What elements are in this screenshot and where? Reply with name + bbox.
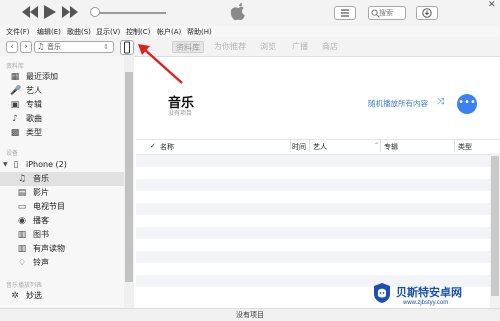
menu-view[interactable]: 显示(V) — [96, 27, 120, 37]
back-button[interactable]: ‹ — [6, 41, 18, 53]
iphone-icon: ▯ — [13, 160, 19, 170]
status-text: 没有项目 — [236, 311, 264, 319]
device-button[interactable] — [120, 40, 134, 55]
grid-icon: ▦ — [10, 72, 20, 82]
sidebar-item-songs[interactable]: ♪ 歌曲 — [0, 112, 124, 126]
menu-controls[interactable]: 控制(C) — [126, 27, 150, 37]
sidebar-device-iphone[interactable]: ▼ ▯ iPhone (2) — [0, 158, 124, 172]
sidebar-item-genius[interactable]: ✲ 妙选 — [0, 289, 124, 303]
apple-logo-icon — [230, 3, 246, 21]
sidebar-device-item-podcasts[interactable]: ◉ 播客 — [0, 214, 124, 228]
sidebar-item-recently-added[interactable]: ▦ 最近添加 — [0, 70, 124, 84]
genius-atom-icon: ✲ — [11, 291, 19, 301]
table-row — [136, 239, 500, 251]
table-row — [136, 179, 500, 191]
watermark-url: www.zjbstyy.com — [403, 300, 449, 306]
downloads-button[interactable] — [416, 6, 438, 20]
search-placeholder: 搜索 — [379, 10, 393, 17]
sidebar-item-genres[interactable]: ▩ 类型 — [0, 126, 124, 140]
sidebar-device-item-books[interactable]: ▥ 图书 — [0, 228, 124, 242]
sidebar-scrollbar-thumb[interactable] — [125, 72, 133, 282]
microphone-icon: 🎤 — [10, 86, 22, 96]
iphone-icon — [124, 41, 130, 54]
music-note-icon: ♫ — [17, 174, 27, 184]
sidebar-device-item-movies[interactable]: ▤ 影片 — [0, 186, 124, 200]
genre-icon: ▩ — [10, 128, 20, 138]
tab-radio[interactable]: 广播 — [292, 41, 308, 53]
fast-forward-icon[interactable] — [62, 6, 78, 21]
bell-icon: ♢ — [17, 258, 27, 268]
column-separator — [309, 140, 310, 152]
music-note-icon: ♪ — [12, 114, 18, 124]
rewind-icon[interactable] — [22, 6, 38, 21]
sidebar-item-artists[interactable]: 🎤 艺人 — [0, 84, 124, 98]
table-row — [136, 203, 500, 215]
menu-help[interactable]: 帮助(H) — [187, 27, 212, 37]
column-time[interactable]: 时间 — [292, 142, 306, 152]
disclosure-triangle-icon: ▼ — [3, 161, 8, 168]
table-row — [136, 167, 500, 179]
library-section-header: 资料库 — [6, 63, 25, 70]
book-icon: ▥ — [17, 230, 27, 240]
column-genre[interactable]: 类型 — [458, 142, 472, 152]
table-row — [136, 215, 500, 227]
sidebar-item-albums[interactable]: ▣ 专辑 — [0, 98, 124, 112]
sidebar-device-item-music[interactable]: ♫ 音乐 — [0, 172, 124, 186]
chevron-updown-icon: ⇕ — [103, 43, 109, 51]
tab-store[interactable]: 商店 — [322, 41, 338, 53]
menu-song[interactable]: 歌曲(S) — [67, 27, 91, 37]
column-separator — [290, 140, 291, 152]
audiobook-icon: ▥ — [17, 244, 27, 254]
volume-slider-track[interactable] — [96, 12, 166, 14]
watermark-title: 贝斯特安卓网 — [396, 287, 462, 299]
play-icon[interactable] — [44, 5, 56, 22]
table-row — [136, 251, 500, 263]
sidebar-device-item-ringtones[interactable]: ♢ 铃声 — [0, 256, 124, 270]
column-artist[interactable]: 艺人 — [313, 142, 327, 152]
sidebar-device-item-tv-shows[interactable]: ▭ 电视节目 — [0, 200, 124, 214]
album-icon: ▣ — [10, 100, 20, 110]
menu-file[interactable]: 文件(F) — [6, 27, 30, 37]
table-row — [136, 227, 500, 239]
devices-section-header: 设备 — [6, 150, 19, 157]
table-row — [136, 155, 500, 167]
table-row — [136, 191, 500, 203]
music-note-icon: ♫ — [37, 42, 45, 51]
media-kind-label: 音乐 — [47, 43, 61, 51]
main-scrollbar-thumb[interactable] — [491, 156, 499, 296]
column-check[interactable]: ✓ — [150, 142, 156, 150]
film-icon: ▤ — [17, 188, 27, 198]
shuffle-all-link[interactable]: 随机播放所有内容 — [368, 98, 428, 109]
podcast-icon: ◉ — [18, 216, 26, 226]
volume-slider-knob[interactable] — [90, 7, 100, 17]
download-icon — [422, 8, 432, 18]
item-count: 没有项目 — [168, 110, 193, 117]
shuffle-icon[interactable]: ⤨ — [437, 97, 444, 107]
menu-edit[interactable]: 编辑(E) — [37, 27, 61, 37]
sort-indicator-icon: ⌃ — [374, 142, 380, 149]
tv-icon: ▭ — [17, 202, 27, 212]
playlists-section-header: 音乐播放列表 — [6, 282, 43, 289]
more-button[interactable]: ••• — [457, 94, 477, 114]
column-name[interactable]: 名称 — [160, 142, 174, 152]
window-close-icon[interactable]: ✕ — [488, 0, 496, 10]
tab-library[interactable]: 资料库 — [172, 41, 204, 53]
watermark-logo-icon — [374, 283, 390, 303]
tab-browse[interactable]: 浏览 — [260, 41, 276, 53]
column-separator — [380, 140, 381, 152]
menu-account[interactable]: 帐户(A) — [157, 27, 181, 37]
tab-for-you[interactable]: 为你推荐 — [214, 41, 246, 53]
column-separator — [454, 140, 455, 152]
table-row — [136, 263, 500, 275]
column-album[interactable]: 专辑 — [384, 142, 398, 152]
list-view-button[interactable] — [334, 6, 356, 20]
media-kind-select[interactable]: ♫ 音乐 ⇕ — [34, 41, 114, 53]
forward-button[interactable]: › — [20, 41, 32, 53]
sidebar-device-item-audiobooks[interactable]: ▥ 有声读物 — [0, 242, 124, 256]
